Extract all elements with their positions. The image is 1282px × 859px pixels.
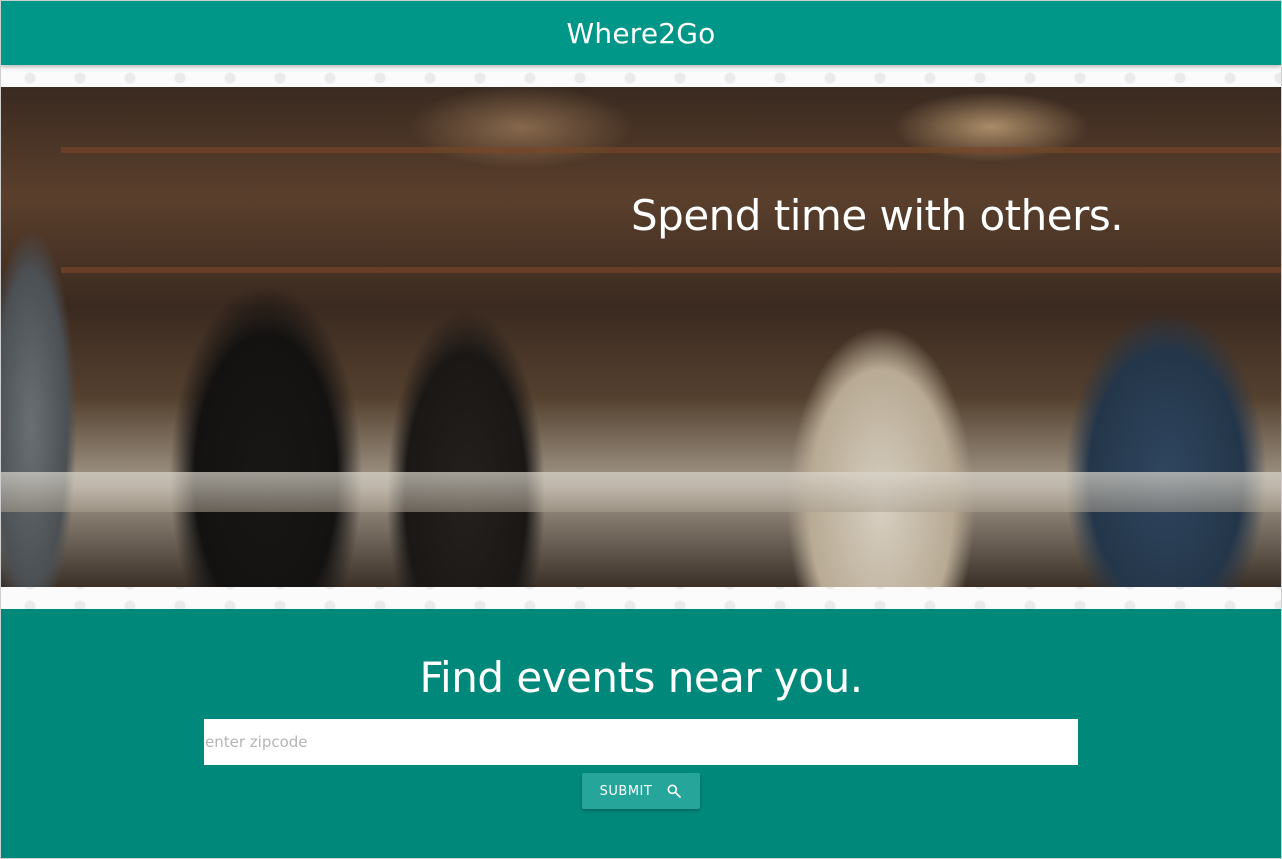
bar-shelf [61, 147, 1281, 153]
hero-tagline: Spend time with others. [631, 191, 1124, 240]
submit-button[interactable]: SUBMIT [582, 773, 700, 809]
submit-button-label: SUBMIT [599, 783, 653, 799]
bar-shelf [61, 267, 1281, 273]
event-search-section: Find events near you. SUBMIT [1, 609, 1281, 858]
page: Where2Go Spend time with others. Find ev… [0, 0, 1282, 859]
search-heading: Find events near you. [419, 653, 863, 702]
hero-banner: Spend time with others. [1, 87, 1281, 587]
bar-counter [1, 472, 1281, 512]
brand-logo-text[interactable]: Where2Go [566, 17, 715, 50]
top-navbar: Where2Go [1, 1, 1281, 65]
search-icon [667, 784, 682, 798]
zipcode-input[interactable] [204, 719, 1078, 765]
